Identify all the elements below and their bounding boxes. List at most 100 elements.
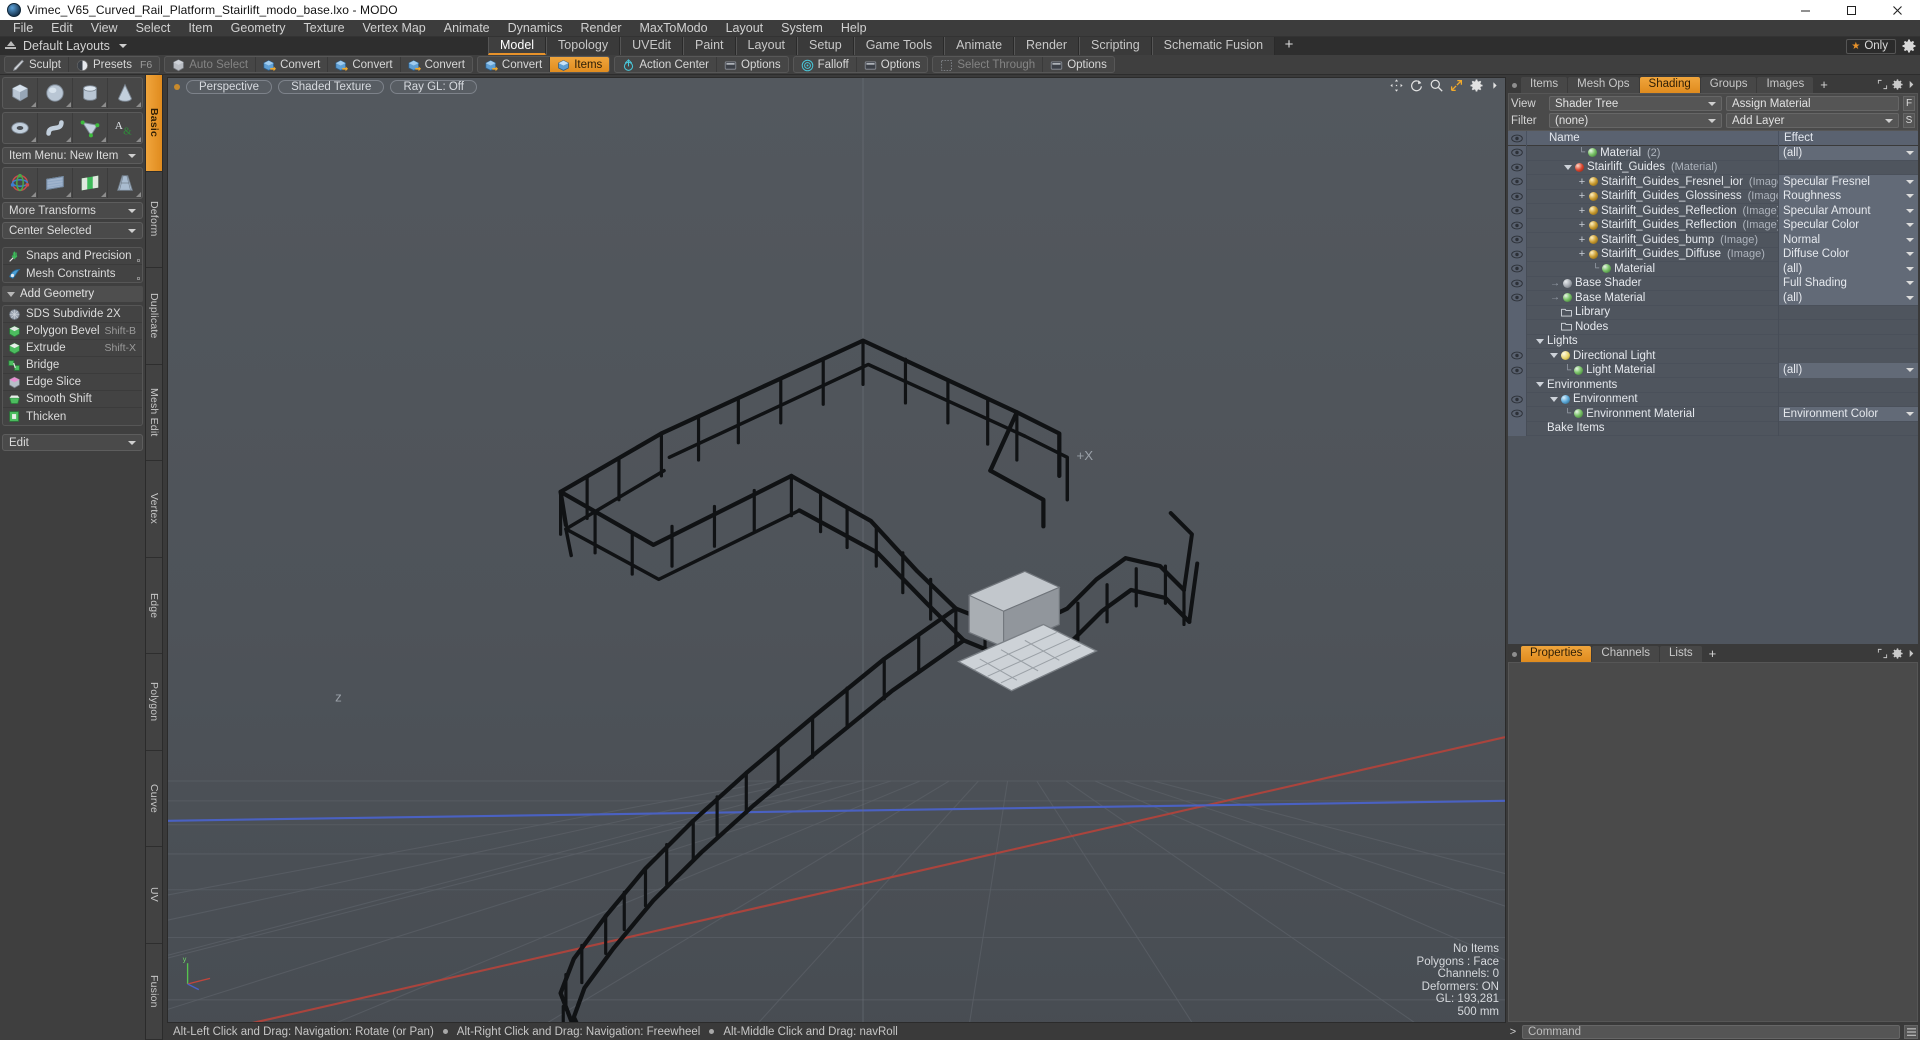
cylinder-icon[interactable] (73, 78, 108, 108)
menu-render[interactable]: Render (572, 20, 631, 37)
auto-select-button[interactable]: Auto Select (165, 57, 257, 72)
panel-gear-icon[interactable] (1892, 78, 1903, 93)
sphere-icon[interactable] (38, 78, 73, 108)
panel-collapse-icon[interactable] (1907, 78, 1916, 93)
visibility-toggle[interactable] (1508, 247, 1527, 262)
convert-edge-button[interactable]: Convert (328, 57, 401, 72)
tab-images[interactable]: Images (1757, 77, 1814, 93)
shader-tree-effect-cell[interactable]: Diffuse Color (1778, 247, 1918, 262)
tube-icon[interactable] (38, 113, 73, 143)
tab-render[interactable]: Render (1014, 37, 1080, 55)
falloff-options-button[interactable]: Options (857, 57, 928, 72)
thicken-item[interactable]: Thicken (3, 408, 142, 425)
more-transforms-dropdown[interactable]: More Transforms (2, 202, 143, 219)
properties-menu-dot[interactable] (1508, 646, 1520, 662)
panel-menu-dot[interactable] (1508, 77, 1520, 93)
shader-tree-row[interactable]: Directional Light (1508, 348, 1918, 364)
convert-material-button[interactable]: Convert (478, 57, 551, 72)
properties-collapse-icon[interactable] (1907, 647, 1916, 662)
shader-tree-row[interactable]: → Base Shader Full Shading (1508, 276, 1918, 291)
gear-icon[interactable] (1470, 79, 1483, 92)
shader-tree-row[interactable]: Environment (1508, 392, 1918, 407)
visibility-toggle[interactable] (1508, 261, 1527, 276)
visibility-toggle[interactable] (1508, 232, 1527, 247)
expander-triangle-icon[interactable] (1550, 353, 1558, 359)
filter-select[interactable]: (none) (1549, 113, 1722, 128)
bend-icon[interactable] (38, 168, 73, 198)
menu-select[interactable]: Select (127, 20, 180, 37)
shader-tree-effect-cell[interactable]: Specular Amount (1778, 203, 1918, 218)
shader-tree-effect-cell[interactable]: Specular Color (1778, 218, 1918, 233)
add-panel-tab-button[interactable]: + (1814, 77, 1834, 93)
shader-tree-row[interactable]: + Stairlift_Guides_Diffuse (Image) Diffuse … (1508, 247, 1918, 262)
visibility-toggle[interactable] (1508, 146, 1527, 160)
shader-tree-row[interactable]: Library (1508, 305, 1918, 320)
edit-dropdown[interactable]: Edit (2, 434, 143, 451)
tab-groups[interactable]: Groups (1700, 77, 1757, 93)
menu-item[interactable]: Item (179, 20, 221, 37)
shader-tree-row[interactable]: └ Environment Material Environment Color (1508, 406, 1918, 422)
add-tab-button[interactable]: + (1275, 37, 1303, 55)
visibility-toggle[interactable] (1508, 290, 1527, 305)
zoom-icon[interactable] (1430, 79, 1443, 92)
tab-animate[interactable]: Animate (944, 37, 1015, 55)
tab-lists[interactable]: Lists (1660, 646, 1702, 662)
vtab-fusion[interactable]: Fusion (146, 943, 162, 1040)
menu-dynamics[interactable]: Dynamics (499, 20, 572, 37)
menu-geometry[interactable]: Geometry (222, 20, 295, 37)
menu-view[interactable]: View (82, 20, 127, 37)
only-toggle-button[interactable]: ★ Only (1846, 38, 1896, 54)
tab-schematic-fusion[interactable]: Schematic Fusion (1151, 37, 1276, 55)
shader-tree-row[interactable]: → Base Material (all) (1508, 290, 1918, 306)
tab-paint[interactable]: Paint (683, 37, 736, 55)
add-layer-button[interactable]: Add Layer (1726, 113, 1899, 128)
viewport-shading-selector[interactable]: Shaded Texture (278, 79, 385, 94)
smooth-shift-item[interactable]: Smooth Shift (3, 391, 142, 408)
torus-icon[interactable] (3, 113, 38, 143)
snaps-popover-handle[interactable] (137, 259, 140, 262)
vtab-edge[interactable]: Edge (146, 557, 162, 654)
visibility-toggle[interactable] (1508, 203, 1527, 218)
assign-material-button[interactable]: Assign Material (1726, 96, 1899, 111)
shader-tree-row[interactable]: Stairlift_Guides (Material) (1508, 160, 1918, 175)
taper-icon[interactable] (108, 168, 142, 198)
properties-popout-icon[interactable] (1877, 647, 1888, 662)
shader-tree-row[interactable]: └ Light Material (all) (1508, 363, 1918, 378)
vtab-curve[interactable]: Curve (146, 750, 162, 847)
shader-tree-effect-cell[interactable]: Roughness (1778, 189, 1918, 204)
menu-animate[interactable]: Animate (435, 20, 499, 37)
add-properties-tab-button[interactable]: + (1703, 646, 1723, 662)
menu-system[interactable]: System (772, 20, 832, 37)
perspective-viewport[interactable]: Perspective Shaded Texture Ray GL: Off +… (167, 77, 1506, 1023)
fit-icon[interactable] (1450, 79, 1463, 92)
tab-items[interactable]: Items (1521, 77, 1568, 93)
vtab-vertex[interactable]: Vertex (146, 461, 162, 558)
text-icon[interactable]: A & (108, 113, 142, 143)
chevron-right-icon[interactable] (1490, 79, 1500, 92)
visibility-toggle[interactable] (1508, 276, 1527, 291)
menu-texture[interactable]: Texture (295, 20, 354, 37)
shader-tree-row[interactable]: Lights (1508, 334, 1918, 349)
shader-tree-row[interactable]: + Stairlift_Guides_Reflection (Image) Specu… (1508, 218, 1918, 233)
pin-icon[interactable] (4, 39, 18, 53)
shader-tree-row[interactable]: + Stairlift_Guides_Reflection (Image) (2) S… (1508, 203, 1918, 219)
menu-edit[interactable]: Edit (42, 20, 82, 37)
panel-popout-icon[interactable] (1877, 78, 1888, 93)
select-through-button[interactable]: Select Through (933, 57, 1044, 72)
snaps-and-precision-item[interactable]: Snaps and Precision (3, 248, 142, 265)
visibility-toggle[interactable] (1508, 189, 1527, 204)
bridge-item[interactable]: Bridge (3, 357, 142, 374)
visibility-toggle[interactable] (1508, 218, 1527, 233)
tab-model[interactable]: Model (488, 37, 547, 55)
rotate-icon[interactable] (1410, 79, 1423, 92)
tab-scripting[interactable]: Scripting (1079, 37, 1152, 55)
shader-tree-effect-cell[interactable]: (all) (1778, 261, 1918, 276)
visibility-toggle[interactable] (1508, 392, 1527, 407)
visibility-toggle[interactable] (1508, 348, 1527, 363)
viewport-projection-selector[interactable]: Perspective (186, 79, 273, 94)
expander-triangle-icon[interactable] (1536, 382, 1544, 388)
cone-icon[interactable] (108, 78, 142, 108)
shader-tree-effect-cell[interactable]: (all) (1778, 146, 1918, 160)
viewport-raygl-selector[interactable]: Ray GL: Off (390, 79, 477, 94)
command-list-icon[interactable] (1904, 1025, 1918, 1039)
